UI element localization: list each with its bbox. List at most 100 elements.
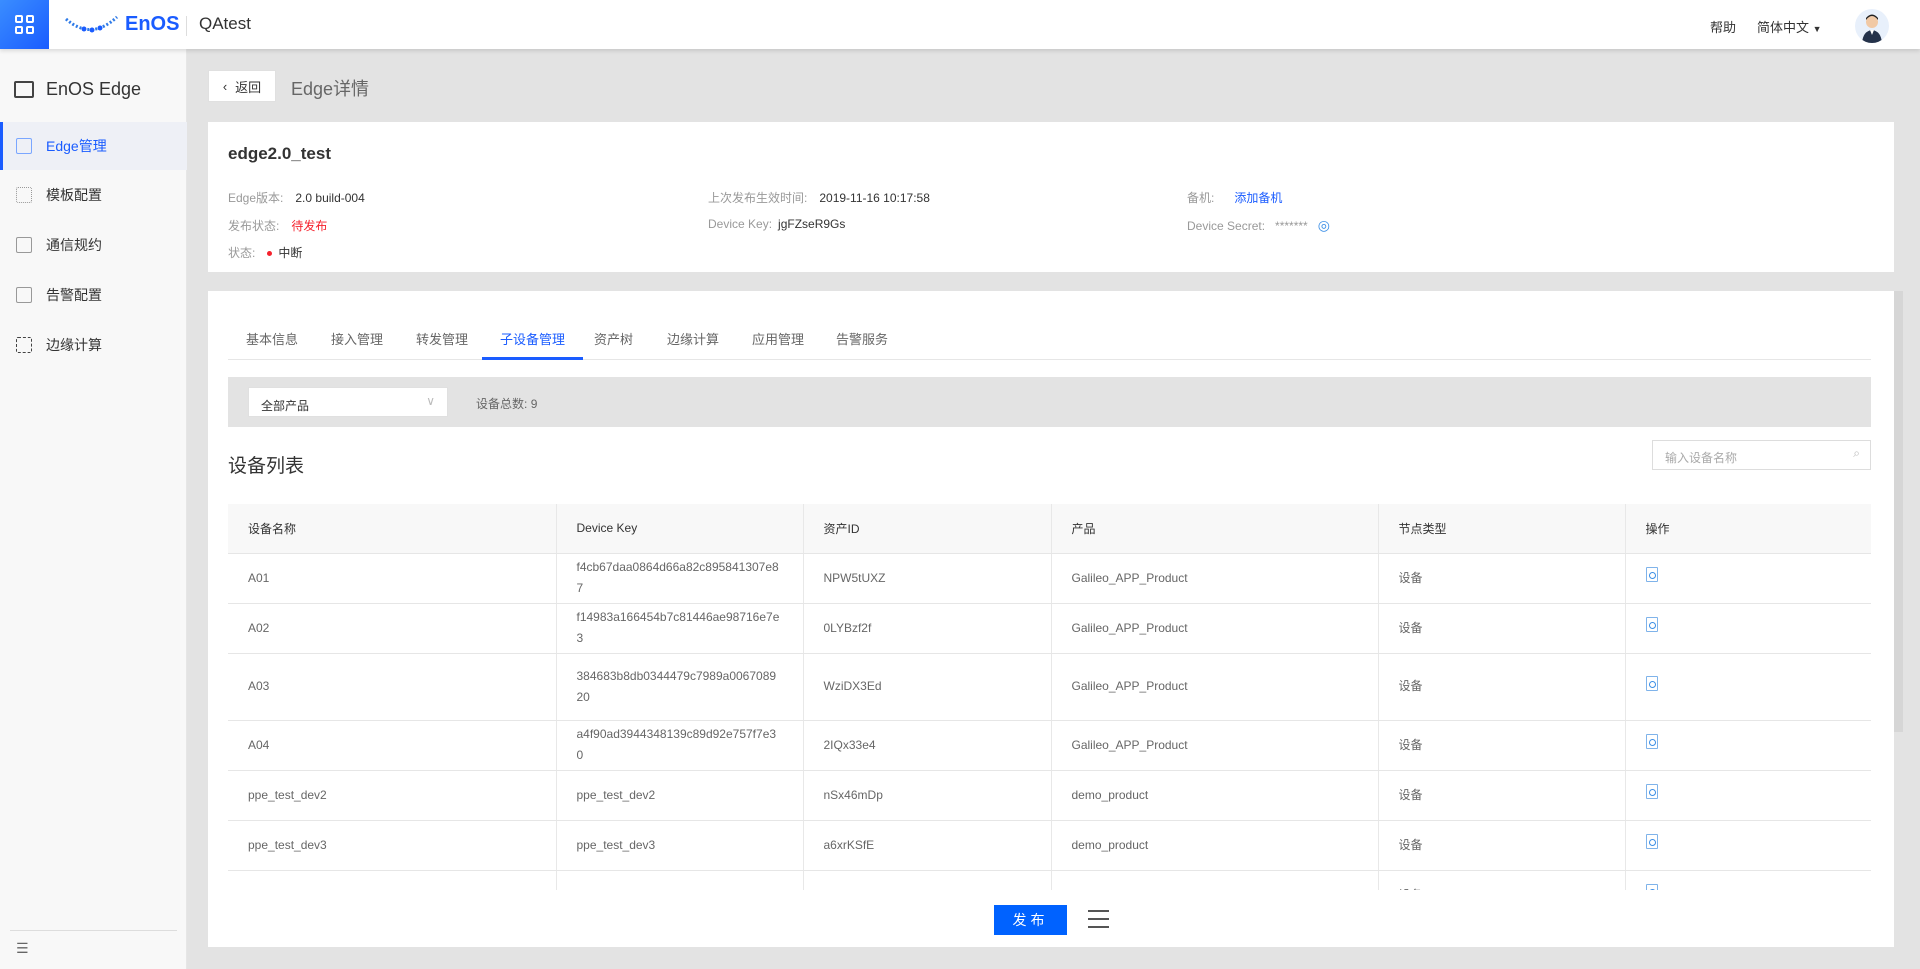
table-cell: ppe_test_dev3 [556,820,804,871]
table-row: ppe_test_dev3 ppe_test_dev3 a6xrKSfE demo_p… [228,820,1871,871]
table-cell: ppe_test_dev2 [228,770,557,821]
page-title: Edge详情 [291,79,370,99]
sidebar-item-label: 边缘计算 [46,337,102,353]
action-cell [1625,770,1871,821]
label: Edge版本: [228,191,284,205]
eye-icon[interactable]: ◎ [1318,217,1330,234]
publish-status: 发布状态: 待发布 [228,217,327,234]
filter-bar: 全部产品 ∨ 设备总数: 9 [228,377,1871,427]
view-detail-icon[interactable] [1645,834,1658,849]
action-cell [1625,653,1871,721]
divider [186,16,187,36]
tab-alarm-service[interactable]: 告警服务 [818,329,906,360]
value: jgFZseR9Gs [778,217,846,231]
device-count: 设备总数: 9 [476,395,537,412]
column-header: 资产ID [803,504,1052,554]
label: 上次发布生效时间: [708,191,808,205]
search-icon[interactable]: ⌕ [1853,446,1860,461]
table-cell: a6xrKSfE [803,820,1052,871]
table-cell: A01 [228,553,557,604]
back-button[interactable]: ‹ 返回 [208,70,276,102]
chevron-left-icon: ‹ [222,78,228,94]
project-name[interactable]: QAtest [199,14,251,34]
language-select[interactable]: 简体中文 ▼ [1757,17,1822,36]
label: 发布状态: [228,219,280,233]
table-cell: 设备 [1378,603,1626,654]
sidebar-item-template-config[interactable]: 模板配置 [0,171,187,219]
sidebar-item-protocol[interactable]: 通信规约 [0,221,187,269]
tab-access[interactable]: 接入管理 [313,329,401,360]
table-cell: 设备 [1378,553,1626,604]
table-cell: 2IQx33e4 [803,720,1052,771]
help-link[interactable]: 帮助 [1710,17,1736,36]
table-row: A01 f4cb67daa0864d66a82c895841307e87 NPW5t… [228,553,1871,604]
logo-text: EnOS [125,13,180,35]
logo-dots-icon [65,15,119,32]
action-cell [1625,553,1871,604]
table-cell: A03 [228,653,557,721]
app-menu-button[interactable] [0,0,49,49]
label: 设备总数: [476,397,528,411]
table-cell: nSx46mDp [803,770,1052,821]
download-box-icon [16,138,32,154]
view-detail-icon[interactable] [1645,675,1658,691]
edge-name: edge2.0_test [228,144,331,163]
enos-logo[interactable]: EnOS [64,13,179,36]
value: 中断 [278,246,303,260]
table-cell: 384683b8db0344479c7989a006708920 [556,653,804,721]
document-icon [16,237,32,253]
table-cell: A04 [228,720,557,771]
sidebar-item-label: Edge管理 [46,138,107,154]
table-cell: a4f90ad3944348139c89d92e757f7e30 [556,720,804,771]
scrollbar[interactable] [1894,291,1903,732]
table-cell: Galileo_APP_Product [1051,720,1379,771]
chevron-down-icon: ∨ [426,394,435,408]
view-detail-icon[interactable] [1645,784,1658,799]
menu-icon[interactable] [1088,910,1109,934]
table-cell: 设备 [1378,653,1626,721]
device-list-title: 设备列表 [228,456,305,477]
view-detail-icon[interactable] [1645,734,1658,749]
sidebar-item-edge-computing[interactable]: 边缘计算 [0,321,187,369]
sub-device-panel: 基本信息 接入管理 转发管理 子设备管理 资产树 边缘计算 应用管理 告警服务 … [208,291,1894,947]
tab-bar: 基本信息 接入管理 转发管理 子设备管理 资产树 边缘计算 应用管理 告警服务 [228,291,1871,360]
sidebar-title-text: EnOS Edge [46,79,142,99]
tab-basic-info[interactable]: 基本信息 [228,329,316,360]
device-search-input[interactable]: 输入设备名称 ⌕ [1652,440,1871,470]
divider [10,930,177,931]
column-header: 操作 [1625,504,1871,554]
sidebar-item-label: 模板配置 [46,187,102,203]
table-cell: WziDX3Ed [803,653,1052,721]
device-secret: Device Secret: ******* ◎ [1187,217,1330,234]
sidebar-item-alarm-config[interactable]: 告警配置 [0,271,187,319]
tab-forwarding[interactable]: 转发管理 [398,329,486,360]
publish-button[interactable]: 发布 [994,905,1067,935]
avatar[interactable] [1855,9,1889,43]
sidebar-item-label: 告警配置 [46,287,102,303]
add-backup-link[interactable]: 添加备机 [1234,189,1282,206]
top-bar: EnOS QAtest 帮助 简体中文 ▼ [0,0,1920,49]
language-label: 简体中文 [1757,20,1810,35]
table-cell: 0LYBzf2f [803,603,1052,654]
select-value: 全部产品 [261,399,310,413]
edge-info-card: edge2.0_test Edge版本: 2.0 build-004 发布状态: 待… [208,122,1894,272]
edge-version: Edge版本: 2.0 build-004 [228,189,365,206]
tab-sub-devices[interactable]: 子设备管理 [482,329,584,360]
column-header: 节点类型 [1378,504,1626,554]
sidebar-item-edge-management[interactable]: Edge管理 [0,122,187,170]
backup: 备机: 添加备机 [1187,189,1282,206]
value: 2019-11-16 10:17:58 [819,190,930,205]
view-detail-icon[interactable] [1645,567,1658,582]
tab-app-management[interactable]: 应用管理 [734,329,822,360]
table-row: A04 a4f90ad3944348139c89d92e757f7e30 2IQx3… [228,720,1871,771]
collapse-icon[interactable]: ☰ [16,940,29,957]
alarm-doc-icon [16,287,32,303]
status-dot-icon [267,251,273,257]
view-detail-icon[interactable] [1645,617,1658,632]
tab-edge-computing[interactable]: 边缘计算 [649,329,737,360]
placeholder: 输入设备名称 [1665,451,1738,465]
label: Device Secret: [1187,218,1266,233]
value: ******* [1275,218,1308,233]
product-select[interactable]: 全部产品 ∨ [248,387,448,417]
tab-asset-tree[interactable]: 资产树 [576,329,651,360]
